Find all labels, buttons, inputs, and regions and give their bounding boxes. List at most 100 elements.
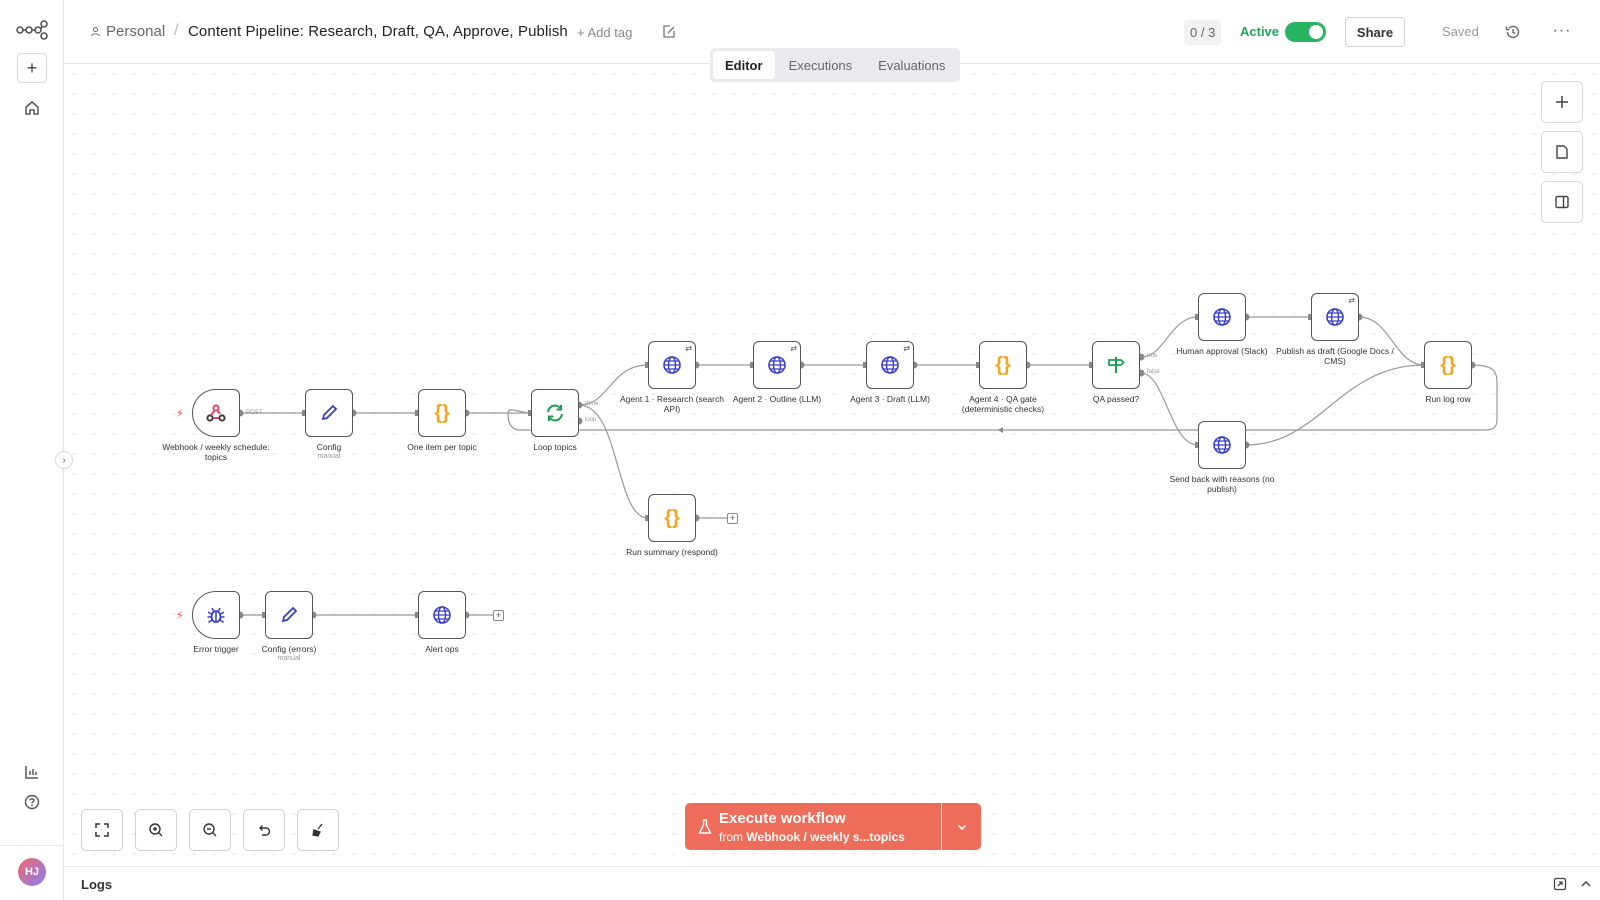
globe-icon (1213, 308, 1231, 326)
sticky-note-icon (1556, 145, 1568, 159)
execute-title: Execute workflow (719, 810, 846, 827)
retry-icon: ⇄ (1348, 296, 1355, 305)
port-label-false: false (1147, 369, 1160, 375)
add-node-plus-icon[interactable]: + (493, 610, 504, 621)
edit-description-icon[interactable] (661, 24, 677, 40)
project-name: Personal (106, 23, 166, 40)
undo-icon (259, 825, 271, 836)
node-config-errors[interactable] (265, 591, 313, 639)
code-icon: {} (1440, 353, 1456, 376)
history-icon[interactable] (1504, 23, 1522, 41)
node-label-runlog: Run log row (1425, 394, 1471, 404)
node-label-agent3: Agent 3 · Draft (LLM) (850, 394, 930, 404)
tidy-up-button[interactable] (297, 809, 339, 851)
node-publish[interactable]: ⇄ (1311, 293, 1359, 341)
node-one-item[interactable]: {} (418, 389, 466, 437)
flask-icon (698, 819, 712, 834)
node-sub-config: manual (317, 453, 341, 460)
user-avatar[interactable]: HJ (18, 858, 46, 886)
saved-status: Saved (1442, 24, 1479, 39)
node-label-agent2: Agent 2 · Outline (LLM) (732, 394, 822, 404)
more-options-icon[interactable]: ··· (1552, 22, 1572, 42)
help-icon[interactable] (22, 792, 42, 812)
node-sub-config-errors: manual (277, 655, 301, 662)
share-button[interactable]: Share (1345, 17, 1405, 47)
n8n-logo-icon[interactable] (16, 20, 48, 40)
node-agent3[interactable]: ⇄ (866, 341, 914, 389)
popout-icon[interactable] (1552, 876, 1568, 892)
node-label-sendback: Send back with reasons (no publish) (1169, 474, 1275, 494)
node-runlog[interactable]: {} (1424, 341, 1472, 389)
node-qa[interactable] (1092, 341, 1140, 389)
tab-evaluations[interactable]: Evaluations (866, 51, 957, 79)
panel-icon (1555, 195, 1569, 209)
zoom-out-button[interactable] (189, 809, 231, 851)
workflow-canvas[interactable] (64, 64, 1600, 866)
view-tabs: Editor Executions Evaluations (710, 48, 961, 82)
node-label-loop: Loop topics (533, 442, 577, 452)
node-agent2[interactable]: ⇄ (753, 341, 801, 389)
add-tag-button[interactable]: + Add tag (577, 25, 632, 40)
tab-editor[interactable]: Editor (713, 51, 775, 79)
trigger-bolt-icon: ⚡ (176, 408, 184, 420)
toggle-panel-button[interactable] (1541, 181, 1583, 223)
expand-sidebar-chevron-icon[interactable]: › (55, 451, 73, 469)
zoom-in-button[interactable] (135, 809, 177, 851)
node-label-qa: QA passed? (1092, 394, 1140, 404)
node-label-alert: Alert ops (425, 644, 459, 654)
node-label-summary: Run summary (respond) (626, 547, 718, 557)
breadcrumb-separator: / (174, 22, 179, 39)
production-checklist-counter[interactable]: 0 / 3 (1184, 20, 1222, 45)
tab-executions[interactable]: Executions (777, 51, 865, 79)
insights-icon[interactable] (22, 762, 42, 782)
zoom-in-icon (149, 823, 163, 837)
code-icon: {} (434, 401, 450, 424)
node-label-webhook: Webhook / weekly schedule: topics (162, 442, 270, 462)
add-node-plus-icon[interactable]: + (727, 513, 738, 524)
logs-panel[interactable]: Logs (64, 866, 1600, 900)
code-icon: {} (664, 506, 680, 529)
breadcrumb-project[interactable]: Personal (90, 23, 165, 40)
port-label-true: true (1147, 353, 1158, 359)
node-label-agent4: Agent 4 · QA gate (deterministic checks) (961, 394, 1045, 414)
workflow-name[interactable]: Content Pipeline: Research, Draft, QA, A… (188, 23, 568, 40)
home-icon[interactable] (22, 98, 42, 118)
retry-icon: ⇄ (903, 344, 910, 353)
node-loop[interactable] (531, 389, 579, 437)
node-sendback[interactable] (1198, 421, 1246, 469)
node-approval[interactable] (1198, 293, 1246, 341)
open-nodes-panel-button[interactable] (1541, 81, 1583, 123)
active-label: Active (1240, 24, 1280, 39)
globe-icon (768, 356, 786, 374)
execute-workflow-button[interactable]: Execute workflow from Webhook / weekly s… (685, 803, 941, 850)
trigger-bolt-icon: ⚡ (176, 610, 184, 622)
broom-icon (312, 823, 323, 837)
code-icon: {} (995, 353, 1011, 376)
bug-icon (207, 607, 225, 624)
node-error-trigger[interactable] (192, 591, 240, 639)
active-toggle[interactable] (1285, 22, 1326, 42)
left-rail: + HJ (0, 0, 64, 900)
node-webhook[interactable] (192, 389, 240, 437)
node-alert[interactable] (418, 591, 466, 639)
fit-view-icon (95, 823, 109, 837)
retry-icon: ⇄ (685, 344, 692, 353)
node-summary[interactable]: {} (648, 494, 696, 542)
node-config[interactable] (305, 389, 353, 437)
logs-label: Logs (81, 877, 113, 892)
create-button[interactable]: + (17, 53, 47, 83)
port-label-loop: loop (585, 417, 597, 423)
chevron-up-icon[interactable] (1578, 876, 1594, 892)
node-label-publish: Publish as draft (Google Docs / CMS) (1276, 346, 1394, 366)
execute-dropdown-button[interactable] (942, 803, 981, 850)
globe-icon (663, 356, 681, 374)
node-agent4[interactable]: {} (979, 341, 1027, 389)
node-agent1[interactable]: ⇄ (648, 341, 696, 389)
globe-icon (881, 356, 899, 374)
reset-zoom-button[interactable] (243, 809, 285, 851)
pencil-icon (321, 404, 338, 421)
add-sticky-note-button[interactable] (1541, 131, 1583, 173)
node-label-config-errors: Config (errors) (261, 644, 317, 654)
node-label-approval: Human approval (Slack) (1176, 346, 1268, 356)
fit-view-button[interactable] (81, 809, 123, 851)
